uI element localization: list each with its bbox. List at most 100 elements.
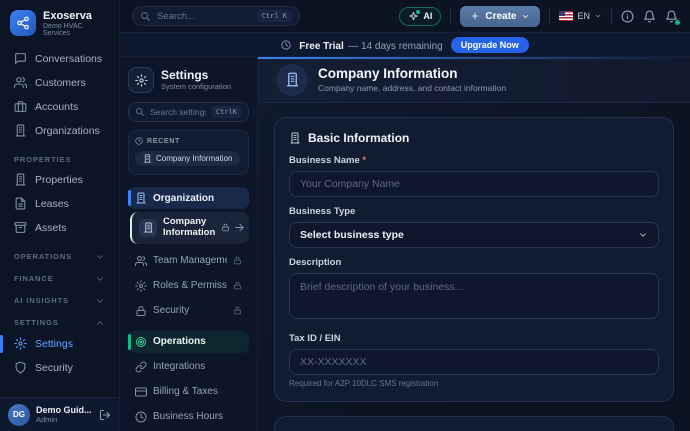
trial-label: Free Trial <box>299 41 343 52</box>
description-field[interactable] <box>289 273 659 319</box>
bell-icon[interactable] <box>643 10 656 23</box>
settings-nav-billing-taxes[interactable]: Billing & Taxes <box>128 381 249 403</box>
settings-nav-label: Operations <box>153 336 242 347</box>
ai-assistant-button[interactable]: AI <box>399 7 441 26</box>
section-header-settings[interactable]: SETTINGS <box>14 318 105 328</box>
sidebar-item-conversations[interactable]: Conversations <box>8 47 111 71</box>
settings-nav-label: Company Information <box>163 217 215 239</box>
plus-icon <box>470 11 480 21</box>
settings-nav-security[interactable]: Security <box>128 300 249 322</box>
settings-nav-label: Team Management <box>153 255 227 266</box>
user-role: Admin <box>36 415 92 424</box>
building-icon <box>139 219 157 237</box>
search-shortcut-badge: Ctrl K <box>257 10 292 22</box>
basic-information-card: Basic Information Business Name * Busine… <box>274 117 674 402</box>
global-search[interactable]: Ctrl K <box>132 6 300 26</box>
settings-nav-company-information[interactable]: Company Information <box>130 212 249 244</box>
app-name: Exoserva <box>43 10 109 23</box>
clock-icon <box>135 411 147 423</box>
archive-icon <box>14 221 27 234</box>
app-subtitle: Demo HVAC Services <box>43 23 109 37</box>
info-icon[interactable] <box>621 10 634 23</box>
sidebar-item-leases[interactable]: Leases <box>8 192 111 216</box>
lock-icon <box>135 305 147 317</box>
settings-search[interactable]: CtrlK <box>128 102 249 122</box>
trial-banner: Free Trial — 14 days remaining Upgrade N… <box>120 33 690 57</box>
sidebar-item-organizations[interactable]: Organizations <box>8 119 111 143</box>
business-type-select[interactable]: Select business type <box>289 222 659 248</box>
chevron-down-icon <box>95 296 105 306</box>
user-profile[interactable]: DG Demo Guid... Admin <box>0 397 119 431</box>
sidebar-item-customers[interactable]: Customers <box>8 71 111 95</box>
section-header-properties: PROPERTIES <box>14 155 105 164</box>
settings-title: Settings <box>161 69 231 82</box>
topbar: Ctrl K AI Create EN <box>120 0 690 33</box>
settings-nav-operations[interactable]: Operations <box>128 331 249 353</box>
building-icon <box>143 154 152 163</box>
settings-nav-organization[interactable]: Organization <box>128 187 249 209</box>
logout-icon[interactable] <box>99 409 111 421</box>
sidebar-item-security[interactable]: Security <box>8 356 111 380</box>
sidebar-item-accounts[interactable]: Accounts <box>8 95 111 119</box>
form-scroll-area[interactable]: Basic Information Business Name * Busine… <box>258 103 690 431</box>
app-root: Exoserva Demo HVAC Services Conversation… <box>0 0 690 431</box>
arrow-right-icon <box>234 222 245 233</box>
sidebar-item-label: Assets <box>35 222 67 234</box>
sidebar-item-label: Properties <box>35 174 83 186</box>
lock-icon <box>233 256 242 265</box>
search-icon <box>135 107 145 117</box>
chevron-down-icon <box>638 230 648 240</box>
settings-search-shortcut: CtrlK <box>211 106 242 118</box>
create-button[interactable]: Create <box>460 6 540 27</box>
avatar: DG <box>8 404 30 426</box>
settings-nav-roles-permissions[interactable]: Roles & Permissions <box>128 275 249 297</box>
lock-icon <box>233 306 242 315</box>
gear-icon <box>128 67 154 93</box>
chevron-down-icon <box>521 12 530 21</box>
settings-nav-integrations[interactable]: Integrations <box>128 356 249 378</box>
sidebar-item-assets[interactable]: Assets <box>8 216 111 240</box>
primary-sidebar: Exoserva Demo HVAC Services Conversation… <box>0 0 120 431</box>
settings-panel: Settings System configuration CtrlK RECE… <box>120 57 258 431</box>
chevron-down-icon <box>95 274 105 284</box>
tax-id-field[interactable] <box>289 349 659 375</box>
required-asterisk: * <box>362 155 366 166</box>
section-header-finance[interactable]: FINANCE <box>14 274 105 284</box>
business-type-value: Select business type <box>300 229 404 241</box>
clock-icon <box>135 137 143 145</box>
clock-icon <box>281 40 291 50</box>
target-icon <box>135 336 147 348</box>
chevron-down-icon <box>95 252 105 262</box>
link-icon <box>135 361 147 373</box>
sidebar-item-settings[interactable]: Settings <box>8 332 111 356</box>
description-label: Description <box>289 257 659 268</box>
settings-nav-team-management[interactable]: Team Management <box>128 250 249 272</box>
briefcase-icon <box>14 100 27 113</box>
app-logo[interactable]: Exoserva Demo HVAC Services <box>8 8 111 47</box>
chevron-up-icon <box>95 318 105 328</box>
settings-nav-label: Organization <box>153 193 242 204</box>
language-selector[interactable]: EN <box>559 11 602 21</box>
recent-item-company-information[interactable]: Company Information <box>135 151 240 166</box>
gear-icon <box>135 280 147 292</box>
sidebar-item-label: Leases <box>35 198 69 210</box>
section-header-ai-insights[interactable]: AI INSIGHTS <box>14 296 105 306</box>
contact-information-card: Contact Information <box>274 416 674 431</box>
notifications-bell-icon[interactable] <box>665 10 678 23</box>
business-name-field[interactable] <box>289 171 659 197</box>
users-icon <box>14 76 27 89</box>
search-input[interactable] <box>157 11 251 22</box>
settings-search-input[interactable] <box>150 107 206 117</box>
lock-icon <box>233 281 242 290</box>
sidebar-item-label: Organizations <box>35 125 100 137</box>
sidebar-item-label: Security <box>35 362 73 374</box>
settings-nav-business-hours[interactable]: Business Hours <box>128 406 249 428</box>
upgrade-now-button[interactable]: Upgrade Now <box>451 37 529 53</box>
sidebar-item-properties[interactable]: Properties <box>8 168 111 192</box>
section-header-operations[interactable]: OPERATIONS <box>14 252 105 262</box>
building-icon <box>289 132 301 144</box>
business-name-label: Business Name * <box>289 155 659 166</box>
divider <box>450 8 451 24</box>
gear-icon <box>14 337 27 350</box>
main-content: Company Information Company name, addres… <box>258 57 690 431</box>
